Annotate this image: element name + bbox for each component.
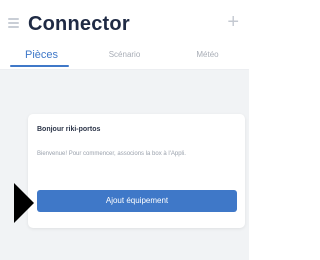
tab-scenario[interactable]: Scénario	[83, 44, 166, 70]
pointer-arrow-icon	[14, 183, 34, 223]
tab-pieces[interactable]: Pièces	[0, 44, 83, 70]
card-title: Bonjour riki-portos	[37, 126, 101, 133]
welcome-card: Bonjour riki-portos Bienvenue! Pour comm…	[28, 114, 245, 228]
hamburger-menu-icon[interactable]	[8, 18, 19, 28]
tab-meteo[interactable]: Météo	[166, 44, 249, 70]
app-title: Connector	[28, 13, 130, 35]
app-screen: Connector + Pièces Scénario Météo Bonjou…	[0, 0, 249, 260]
tab-bar: Pièces Scénario Météo	[0, 44, 249, 70]
add-equipment-button[interactable]: Ajout équipement	[37, 190, 237, 212]
plus-icon[interactable]: +	[227, 12, 239, 32]
card-description: Bienvenue! Pour commencer, associons la …	[37, 151, 186, 157]
app-header: Connector +	[0, 0, 249, 44]
